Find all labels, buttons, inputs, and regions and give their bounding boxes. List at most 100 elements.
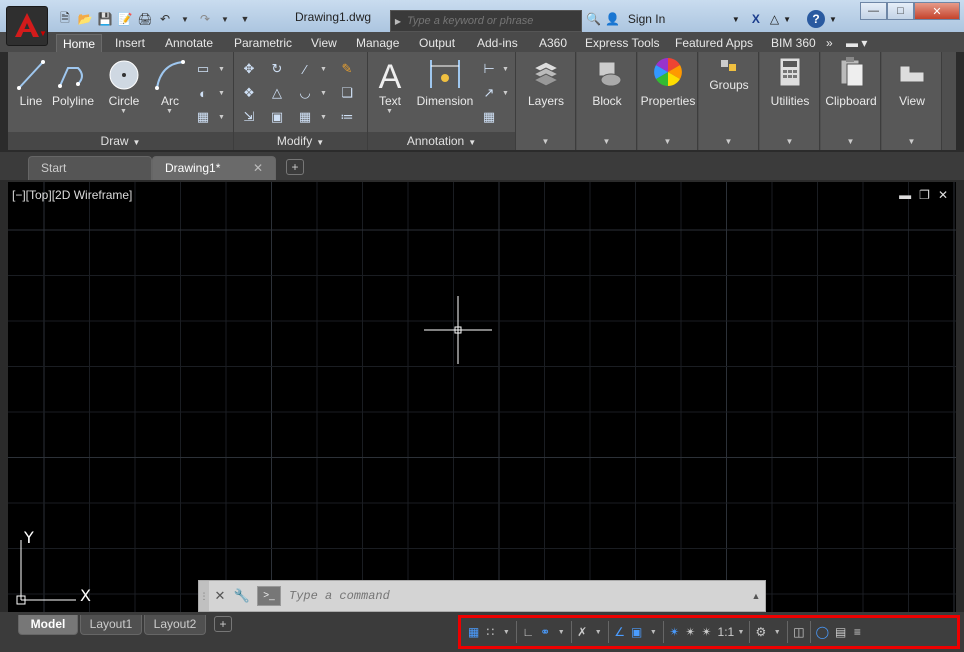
properties-panel[interactable]: Properties ▼ bbox=[638, 52, 698, 150]
ribbon-minimize-icon[interactable]: ▬ ▾ bbox=[840, 34, 873, 52]
tab-home[interactable]: Home bbox=[56, 34, 103, 52]
snap-dropdown-icon[interactable]: ▼ bbox=[498, 621, 514, 643]
help-icon[interactable]: ? bbox=[807, 10, 825, 28]
layout-tab-layout2[interactable]: Layout2 bbox=[144, 615, 206, 635]
isometric-dropdown-icon[interactable]: ▼ bbox=[590, 621, 606, 643]
sign-in-button[interactable]: Sign In bbox=[628, 12, 728, 26]
qat-customize-icon[interactable]: ▼ bbox=[236, 10, 254, 28]
hatch-icon[interactable]: ◐ bbox=[194, 84, 212, 102]
close-button[interactable]: ✕ bbox=[914, 2, 960, 20]
search-box[interactable]: ▶ bbox=[390, 10, 582, 32]
offset-icon[interactable]: ≔ bbox=[338, 108, 356, 126]
auto-scale-icon[interactable]: ✴ bbox=[682, 621, 698, 643]
fillet-dropdown-icon[interactable]: ▼ bbox=[320, 90, 327, 97]
command-line-grip[interactable]: ⋮ bbox=[199, 581, 209, 611]
scale-icon[interactable]: ▣ bbox=[268, 108, 286, 126]
binoculars-icon[interactable]: 🔍 bbox=[586, 12, 601, 26]
viewport-minimize-icon[interactable]: ▬ bbox=[899, 188, 911, 202]
erase-icon[interactable]: ✎ bbox=[338, 60, 356, 78]
text-tool[interactable]: A Text ▼ bbox=[372, 58, 408, 115]
command-line-customize-icon[interactable]: 🔧 bbox=[231, 588, 253, 604]
recent-commands-icon[interactable]: >_ bbox=[257, 586, 281, 606]
mirror-icon[interactable]: △ bbox=[268, 84, 286, 102]
clean-screen-icon[interactable]: ≡ bbox=[849, 621, 865, 643]
isometric-drafting-icon[interactable]: ✗ bbox=[574, 621, 590, 643]
help-dropdown-icon[interactable]: ▼ bbox=[829, 15, 837, 24]
object-snap-dropdown-icon[interactable]: ▼ bbox=[645, 621, 661, 643]
block-panel[interactable]: Block ▼ bbox=[577, 52, 637, 150]
draw-panel-title[interactable]: Draw ▼ bbox=[8, 132, 233, 150]
hatch-dropdown-icon[interactable]: ▼ bbox=[218, 90, 225, 97]
trim-dropdown-icon[interactable]: ▼ bbox=[320, 66, 327, 73]
polar-tracking-icon[interactable]: ⚭ bbox=[537, 621, 553, 643]
hardware-acceleration-icon[interactable]: ▤ bbox=[832, 621, 849, 643]
object-snap-icon[interactable]: ▣ bbox=[628, 621, 645, 643]
minimize-button[interactable]: — bbox=[860, 2, 887, 20]
leader-dropdown-icon[interactable]: ▼ bbox=[502, 90, 509, 97]
file-tab-start[interactable]: Start bbox=[28, 156, 152, 180]
redo-icon[interactable]: ↷ bbox=[196, 10, 214, 28]
command-input[interactable] bbox=[285, 584, 747, 608]
new-layout-button[interactable]: + bbox=[214, 616, 232, 632]
linear-dimension-dropdown-icon[interactable]: ▼ bbox=[502, 66, 509, 73]
tab-insert[interactable]: Insert bbox=[109, 34, 151, 52]
ortho-mode-icon[interactable]: ∟ bbox=[519, 621, 537, 643]
app-dropdown-icon[interactable]: ▼ bbox=[783, 15, 791, 24]
workspace-dropdown-icon[interactable]: ▼ bbox=[769, 621, 785, 643]
plot-icon[interactable]: 🖨 bbox=[136, 10, 154, 28]
search-input[interactable] bbox=[405, 11, 581, 31]
save-as-icon[interactable]: 📝 bbox=[116, 10, 134, 28]
rectangle-dropdown-icon[interactable]: ▼ bbox=[218, 66, 225, 73]
layout-tab-layout1[interactable]: Layout1 bbox=[80, 615, 142, 635]
units-icon[interactable]: ◫ bbox=[790, 621, 807, 643]
command-line-close-icon[interactable]: ✕ bbox=[209, 588, 231, 604]
polar-dropdown-icon[interactable]: ▼ bbox=[553, 621, 569, 643]
tab-manage[interactable]: Manage bbox=[350, 34, 405, 52]
tab-output[interactable]: Output bbox=[413, 34, 461, 52]
tab-parametric[interactable]: Parametric bbox=[228, 34, 298, 52]
circle-dropdown-icon[interactable]: ▼ bbox=[120, 108, 127, 115]
circle-tool[interactable]: Circle ▼ bbox=[104, 58, 144, 115]
new-icon[interactable]: 🗎 bbox=[56, 10, 74, 28]
annotation-scale-icon[interactable]: ✴ bbox=[698, 621, 714, 643]
drawing-viewport[interactable]: [−][Top][2D Wireframe] ▬ ❐ ✕ Y X bbox=[8, 182, 956, 612]
arc-tool[interactable]: Arc ▼ bbox=[152, 58, 188, 115]
linear-dimension-icon[interactable]: ⊢ bbox=[480, 60, 498, 78]
grid-display-icon[interactable]: ▦ bbox=[465, 621, 482, 643]
clipboard-panel[interactable]: Clipboard ▼ bbox=[821, 52, 881, 150]
annotation-panel-title[interactable]: Annotation ▼ bbox=[368, 132, 515, 150]
boundary-dropdown-icon[interactable]: ▼ bbox=[218, 114, 225, 121]
close-tab-icon[interactable]: ✕ bbox=[253, 157, 263, 179]
tab-view[interactable]: View bbox=[305, 34, 343, 52]
layers-panel[interactable]: Layers ▼ bbox=[516, 52, 576, 150]
dimension-tool[interactable]: Dimension bbox=[412, 58, 478, 108]
viewport-restore-icon[interactable]: ❐ bbox=[919, 188, 930, 202]
array-icon[interactable]: ▦ bbox=[296, 108, 314, 126]
modify-panel-title[interactable]: Modify ▼ bbox=[234, 132, 367, 150]
stretch-icon[interactable]: ⇲ bbox=[240, 108, 258, 126]
undo-icon[interactable]: ↶ bbox=[156, 10, 174, 28]
copy-icon[interactable]: ❖ bbox=[240, 84, 258, 102]
layout-tab-model[interactable]: Model bbox=[18, 615, 78, 635]
tab-bim-360[interactable]: BIM 360 bbox=[765, 34, 822, 52]
file-tab-drawing1[interactable]: Drawing1* ✕ bbox=[152, 156, 276, 180]
redo-dropdown-icon[interactable]: ▼ bbox=[216, 10, 234, 28]
rotate-icon[interactable]: ↻ bbox=[268, 60, 286, 78]
view-panel[interactable]: View ▼ bbox=[882, 52, 942, 150]
viewport-close-icon[interactable]: ✕ bbox=[938, 188, 948, 202]
groups-panel[interactable]: Groups ▼ bbox=[699, 52, 759, 150]
maximize-button[interactable]: □ bbox=[887, 2, 914, 20]
application-menu-button[interactable]: ▼ bbox=[6, 6, 48, 46]
utilities-panel[interactable]: Utilities ▼ bbox=[760, 52, 820, 150]
user-icon[interactable]: 👤 bbox=[605, 12, 620, 26]
tab-express-tools[interactable]: Express Tools bbox=[579, 34, 665, 52]
tab-add-ins[interactable]: Add-ins bbox=[471, 34, 524, 52]
new-tab-button[interactable]: + bbox=[286, 159, 304, 175]
tab-annotate[interactable]: Annotate bbox=[159, 34, 219, 52]
annotation-scale-value[interactable]: 1:1 ▼ bbox=[715, 621, 748, 643]
annotation-visibility-icon[interactable]: ✴ bbox=[666, 621, 682, 643]
text-dropdown-icon[interactable]: ▼ bbox=[386, 108, 393, 115]
tab-featured-apps[interactable]: Featured Apps bbox=[669, 34, 759, 52]
move-icon[interactable]: ✥ bbox=[240, 60, 258, 78]
sign-in-dropdown-icon[interactable]: ▼ bbox=[732, 15, 740, 24]
